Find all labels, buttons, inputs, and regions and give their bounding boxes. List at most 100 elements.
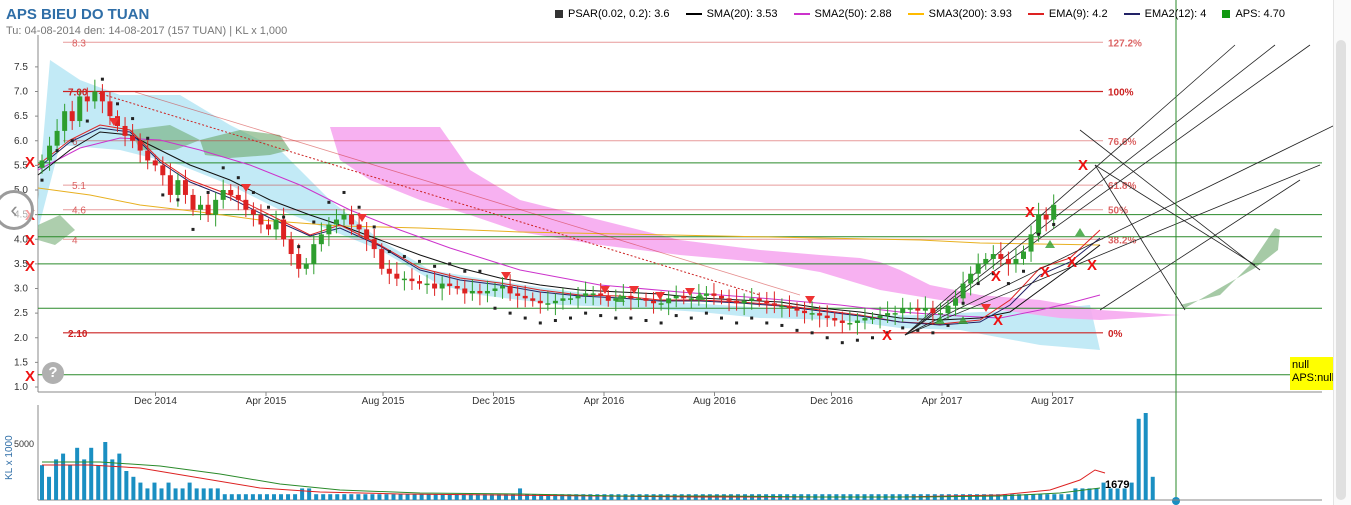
y-tick-label: 7.5 (14, 62, 28, 73)
candle-body (62, 111, 68, 131)
volume-bar (124, 471, 129, 500)
volume-bar (1087, 488, 1092, 500)
stock-chart[interactable]: 7.57.06.56.05.55.04.54.03.53.02.52.01.51… (0, 0, 1351, 505)
psar-dot (599, 314, 603, 318)
candle-body (250, 209, 256, 215)
psar-dot (1022, 269, 1025, 273)
help-icon[interactable]: ? (42, 362, 64, 384)
candle-body (1028, 234, 1034, 252)
legend-item-sma200[interactable]: SMA3(200): 3.93 (907, 8, 1012, 20)
legend-item-psar[interactable]: PSAR(0.02, 0.2): 3.6 (555, 8, 670, 20)
psar-dot (100, 77, 104, 81)
volume-bar (68, 465, 73, 500)
candle-body (719, 295, 724, 299)
volume-bar (651, 494, 656, 500)
legend-ema12-line (1123, 13, 1140, 16)
candle-body (817, 313, 823, 316)
volume-bar (637, 494, 642, 500)
candle-body (152, 160, 158, 166)
psar-dot (871, 336, 874, 340)
candle-up (1036, 202, 1042, 242)
psar-dot (720, 316, 723, 320)
psar-dot (901, 326, 905, 330)
psar-dot (282, 215, 286, 219)
candle-body (318, 234, 324, 245)
volume-bar (271, 494, 276, 500)
volume-bar (117, 453, 122, 500)
legend-aps-square (1222, 10, 1231, 19)
legend-item-ema12[interactable]: EMA2(12): 4 (1123, 8, 1206, 20)
candle-body (333, 219, 339, 225)
signal-x-marker: X (1078, 157, 1088, 174)
psar-dot (478, 269, 482, 273)
candle-body (273, 219, 279, 230)
candle-body (84, 96, 90, 102)
volume-bar (405, 494, 410, 500)
volume-bar (194, 488, 199, 500)
candle-body (371, 239, 377, 250)
volume-bar (1045, 494, 1050, 500)
legend-item-sma20[interactable]: SMA(20): 3.53 (685, 8, 777, 20)
signal-x-marker: X (25, 258, 35, 275)
gann-fan-line (904, 124, 1336, 336)
volume-bar (384, 494, 389, 500)
volume-bar (412, 494, 417, 500)
psar-dot (70, 139, 74, 143)
volume-bar (356, 494, 361, 500)
candle-body (492, 288, 498, 291)
candle-body (198, 204, 204, 210)
volume-bar (180, 488, 185, 500)
candle-body (281, 219, 287, 240)
y-tick-label: 1.5 (14, 357, 28, 368)
psar-dot (689, 316, 693, 320)
psar-dot (704, 311, 708, 315)
psar-dot (221, 166, 225, 170)
candle-body (635, 298, 641, 300)
candle-up (311, 235, 317, 275)
candle-body (764, 300, 770, 304)
volume-bar (286, 494, 291, 500)
legend-item-aps[interactable]: APS: 4.70 (1222, 8, 1285, 20)
volume-sma-line (42, 461, 1101, 498)
volume-bar (419, 494, 424, 500)
candle-body (605, 295, 611, 301)
candle-body (847, 322, 853, 325)
legend-item-sma50[interactable]: SMA2(50): 2.88 (793, 8, 892, 20)
candle-body (175, 180, 181, 195)
candle-body (386, 268, 392, 274)
candle-body (1021, 251, 1026, 259)
psar-dot (418, 259, 421, 263)
candle-down (182, 169, 188, 204)
volume-bar (433, 494, 438, 500)
psar-dot (357, 205, 361, 209)
volume-bar (377, 494, 382, 500)
volume-bar (363, 494, 368, 500)
psar-dot (735, 321, 739, 325)
volume-bar (96, 465, 101, 500)
candle-body (786, 305, 792, 309)
candle-body (167, 175, 173, 195)
volume-bar (110, 459, 115, 500)
psar-dot (493, 306, 497, 310)
candle-body (182, 180, 188, 195)
volume-bar (89, 447, 94, 500)
candle-body (560, 298, 566, 301)
candle-body (651, 300, 657, 304)
volume-bar (1031, 494, 1036, 500)
volume-bar (602, 494, 607, 500)
volume-bar (398, 494, 403, 500)
candle-body (643, 298, 649, 301)
volume-last-label: 1679 (1105, 479, 1129, 491)
candle-body (802, 310, 808, 314)
candle-down (371, 228, 377, 258)
candle-body (598, 293, 604, 296)
legend-item-ema9[interactable]: EMA(9): 4.2 (1027, 8, 1108, 20)
volume-bar (75, 447, 80, 500)
psar-dot (538, 321, 542, 325)
candle-body (862, 318, 868, 321)
psar-dot (55, 149, 59, 153)
psar-dot (931, 331, 935, 335)
legend-sma50-line (793, 13, 810, 16)
cloud-green-patch-3 (38, 215, 75, 245)
scrollbar-thumb[interactable] (1336, 40, 1346, 500)
